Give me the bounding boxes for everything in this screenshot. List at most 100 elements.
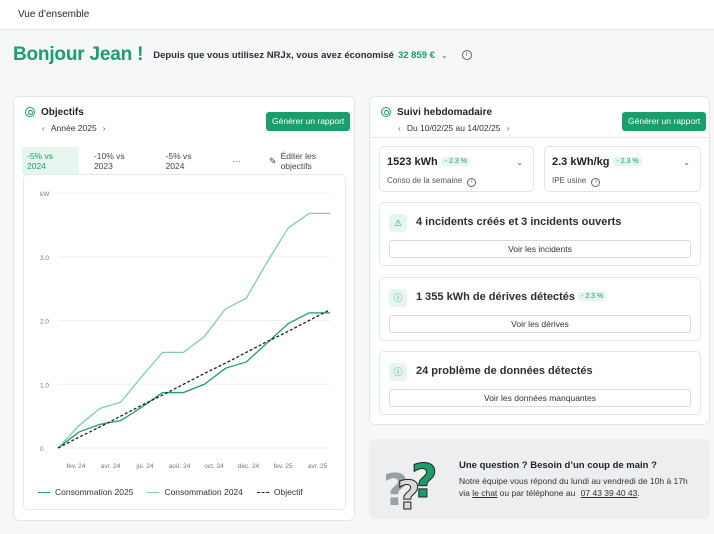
x-tick-label: déc. 24 [238,463,260,470]
alert-circle-icon: ⓘ [389,289,407,307]
edit-objectives-button[interactable]: ✎ Éditer les objectifs [264,147,354,175]
page-title: Vue d’ensemble [18,9,90,20]
chat-link[interactable]: le chat [472,488,497,498]
tab-objective-3[interactable]: -5% vs 2024 [161,147,218,175]
legend-label-objective: Objectif [273,487,303,497]
alert-drifts: ⓘ 1 355 kWh de dérives détectés - 2.3 % V… [379,277,701,341]
alert-data-issues: ⓘ 24 problème de données détectés Voir l… [379,351,701,415]
target-icon [25,107,35,117]
series-line-1 [57,212,330,449]
view-drifts-button[interactable]: Voir les dérives [389,315,691,333]
alert-text-main: 4 incidents créés et 3 incidents ouverts [416,216,622,228]
y-tick-label: 1.0 [40,382,49,389]
kpi-value: 2.3 kWh/kg - 2.3 % [552,156,642,168]
kpi-label-text: IPE usine [552,176,587,185]
kpi-value: 1523 kWh - 2.3 % [387,156,470,168]
chart-legend: Consommation 2025 Consommation 2024 Obje… [38,487,317,497]
chevron-down-icon[interactable]: ⌄ [516,158,523,167]
legend-item-2024: Consommation 2024 [147,487,243,497]
period-label: Année 2025 [50,123,97,133]
help-contact-prefix: via [459,488,470,498]
alert-text: 4 incidents créés et 3 incidents ouverts [416,216,621,228]
phone-link[interactable]: 07 43 39 40 43 [581,488,638,498]
kpi-label: IPE usine i [552,176,601,187]
tab-objective-2[interactable]: -10% vs 2023 [89,147,151,175]
help-card: ? ? ? Une question ? Besoin d’un coup de… [369,439,710,519]
tab-objective-1[interactable]: -5% vs 2024 [22,147,79,175]
view-incidents-button[interactable]: Voir les incidents [389,240,691,258]
y-axis-label: kW [40,191,50,198]
divider [370,137,709,138]
x-tick-label: fev. 25 [273,463,292,470]
chevron-left-icon[interactable]: ‹ [398,123,401,133]
x-tick-label: aoû. 24 [169,463,191,470]
y-tick-label: 0 [40,446,44,453]
savings-text: Depuis que vous utilisez NRJx, vous avez… [153,49,394,61]
alert-text: 1 355 kWh de dérives détectés - 2.3 % [416,291,607,303]
kpi-weekly-consumption[interactable]: 1523 kWh - 2.3 % ⌄ Conso de la semaine i [379,146,534,192]
info-icon[interactable]: i [591,178,601,187]
help-hours: Notre équipe vous répond du lundi au ven… [459,476,688,486]
more-options-button[interactable]: ··· [228,152,247,170]
weekly-title: Suivi hebdomadaire [397,107,493,118]
info-icon[interactable]: i [461,50,472,60]
x-tick-label: jui. 24 [135,463,154,470]
y-tick-label: 2.0 [40,319,49,326]
kpi-change-badge: - 2.3 % [441,157,470,166]
chevron-down-icon[interactable]: ⌄ [683,158,690,167]
edit-objectives-label: Éditer les objectifs [280,151,316,171]
help-contact-mid: ou par téléphone au [499,488,576,498]
consumption-chart: 0 1.0 2.0 3.0 kW fev. 24 avr. 24 jui. 24 aoû. 24… [23,174,346,510]
alert-incidents: ⚠ 4 incidents créés et 3 incidents ouver… [379,202,701,266]
generate-weekly-report-button[interactable]: Générer un rapport [622,112,707,131]
chevron-down-icon[interactable]: ⌄ [441,51,448,60]
x-tick-label: fev. 24 [66,463,85,470]
objectives-title: Objectifs [41,107,84,118]
chevron-right-icon[interactable]: › [506,123,509,133]
alert-text-main: 1 355 kWh de dérives détectés [416,291,575,303]
help-contact: via le chat ou par téléphone au 07 43 39… [459,488,640,498]
legend-item-objective: Objectif [256,487,303,497]
svg-text:?: ? [397,473,420,517]
kpi-value-text: 2.3 kWh/kg [552,156,610,168]
question-marks-icon: ? ? ? [383,454,438,518]
x-tick-label: avr. 25 [308,463,328,470]
alert-text: 24 problème de données détectés [416,365,593,377]
generate-report-button[interactable]: Générer un rapport [266,112,351,131]
objectives-period: ‹ Année 2025 › [42,123,112,133]
savings-amount: 32 859 € [397,49,435,61]
pencil-icon: ✎ [269,155,277,166]
legend-item-2025: Consommation 2025 [38,487,133,497]
period-label: Du 10/02/25 au 14/02/25 [406,123,501,133]
series-line-2 [57,309,331,449]
weekly-period: ‹ Du 10/02/25 au 14/02/25 › [398,123,515,133]
view-missing-data-button[interactable]: Voir les données manquantes [389,389,691,407]
kpi-ipe[interactable]: 2.3 kWh/kg - 2.3 % ⌄ IPE usine i [544,146,701,192]
greeting-row: Bonjour Jean ! Depuis que vous utilisez … [13,44,472,66]
objectives-card: Objectifs ‹ Année 2025 › Générer un rappor… [13,96,355,521]
kpi-label-text: Conso de la semaine [387,176,463,185]
alert-text-main: 24 problème de données détectés [416,365,593,377]
objective-tabs: -5% vs 2024 -10% vs 2023 -5% vs 2024 ···… [22,147,354,175]
target-icon [381,107,391,117]
greeting-title: Bonjour Jean ! [13,44,144,65]
weekly-card: Suivi hebdomadaire ‹ Du 10/02/25 au 14/02… [369,96,710,425]
x-tick-label: oct. 24 [204,463,224,470]
x-tick-label: avr. 24 [101,463,121,470]
alert-circle-icon: ⓘ [389,363,407,381]
warning-icon: ⚠ [389,214,407,232]
legend-label-2024: Consommation 2024 [164,487,243,497]
help-contact-suffix: . [637,488,640,498]
alert-change-badge: - 2.3 % [577,292,607,301]
kpi-change-badge: - 2.3 % [613,157,642,166]
kpi-value-text: 1523 kWh [387,156,438,168]
kpi-label: Conso de la semaine i [387,176,477,187]
chevron-right-icon[interactable]: › [103,123,106,133]
y-tick-label: 3.0 [40,255,49,262]
legend-label-2025: Consommation 2025 [55,487,134,497]
chevron-left-icon[interactable]: ‹ [42,123,45,133]
info-icon[interactable]: i [467,178,477,187]
consumption-chart-svg: 0 1.0 2.0 3.0 kW fev. 24 avr. 24 jui. 24 aoû. 24… [40,191,331,470]
help-question: Une question ? Besoin d’un coup de main … [459,460,657,471]
top-bar: Vue d’ensemble [0,0,714,30]
